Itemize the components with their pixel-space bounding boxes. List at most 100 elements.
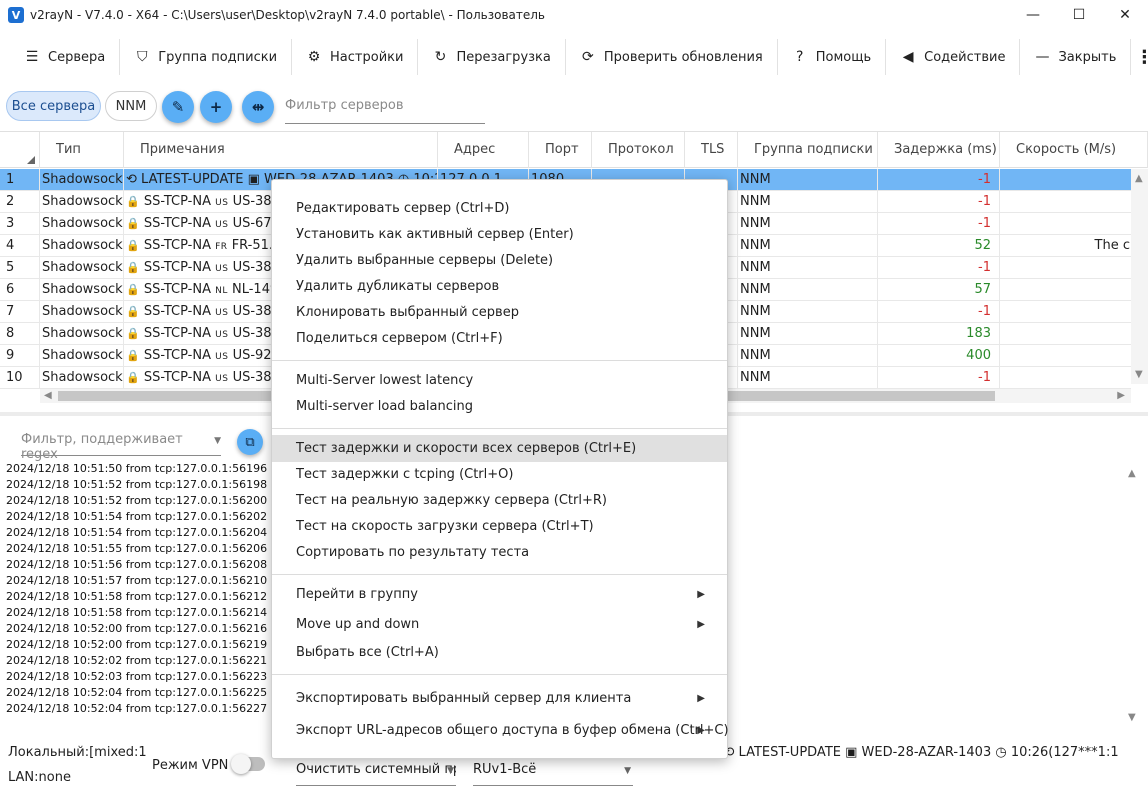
row-index: 10 bbox=[0, 367, 40, 388]
menu-item-sort-by-test[interactable]: Сортировать по результату теста bbox=[272, 542, 727, 564]
more-options-icon[interactable]: ⋮ bbox=[1135, 47, 1148, 68]
col-speed[interactable]: Скорость (M/s) bbox=[1000, 132, 1148, 168]
menu-item-remove-duplicates[interactable]: Удалить дубликаты серверов bbox=[272, 276, 727, 298]
menu-item-lowest-latency[interactable]: Multi-Server lowest latency bbox=[272, 370, 727, 392]
log-filter-input[interactable]: Фильтр, поддерживает regex ▼ bbox=[21, 432, 221, 462]
cell-group: NNM bbox=[738, 323, 878, 344]
cell-group: NNM bbox=[738, 235, 878, 256]
move-icon: ⇹ bbox=[251, 98, 265, 116]
all-servers-chip[interactable]: Все сервера bbox=[6, 91, 101, 121]
log-filter-placeholder: Фильтр, поддерживает regex bbox=[21, 432, 183, 462]
row-index: 1 bbox=[0, 169, 40, 190]
cell-type: Shadowsocks bbox=[40, 169, 124, 190]
menu-separator bbox=[272, 360, 727, 361]
menu-item-clone-server[interactable]: Клонировать выбранный сервер bbox=[272, 302, 727, 324]
edit-subscription-button[interactable]: ✎ bbox=[162, 91, 194, 123]
reload-button[interactable]: ↻ Перезагрузка bbox=[418, 39, 566, 75]
lan-info: LAN:none bbox=[8, 770, 71, 785]
scroll-left-icon[interactable]: ◀ bbox=[44, 390, 52, 401]
cell-group: NNM bbox=[738, 367, 878, 388]
close-window-button[interactable]: ✕ bbox=[1102, 0, 1148, 30]
check-updates-button[interactable]: ⟳ Проверить обновления bbox=[566, 39, 778, 75]
cell-speed bbox=[1000, 301, 1130, 322]
system-proxy-select[interactable]: Очистить системный пр ▼ bbox=[296, 762, 456, 786]
menu-item-move-to-group[interactable]: Перейти в группу ▶ bbox=[272, 584, 727, 606]
copy-log-button[interactable]: ⧉ bbox=[237, 429, 263, 455]
col-remarks[interactable]: Примечания bbox=[124, 132, 438, 168]
grid-header: Тип Примечания Адрес Порт Протокол TLS Г… bbox=[0, 132, 1148, 168]
country-code: US bbox=[215, 352, 229, 362]
promotion-button[interactable]: ◀ Содействие bbox=[886, 39, 1021, 75]
submenu-arrow-icon: ▶ bbox=[697, 725, 705, 736]
col-tls[interactable]: TLS bbox=[685, 132, 738, 168]
lock-icon: 🔒 bbox=[126, 283, 140, 296]
close-app-button[interactable]: — Закрыть bbox=[1020, 39, 1132, 75]
add-subscription-button[interactable]: + bbox=[200, 91, 232, 123]
menu-item-export-client[interactable]: Экспортировать выбранный сервер для клие… bbox=[272, 688, 727, 710]
reload-icon: ↻ bbox=[434, 49, 447, 65]
cell-speed: The c bbox=[1094, 238, 1130, 253]
col-type[interactable]: Тип bbox=[40, 132, 124, 168]
col-port[interactable]: Порт bbox=[529, 132, 592, 168]
menu-item-test-all[interactable]: Тест задержки и скорости всех серверов (… bbox=[272, 435, 727, 462]
row-index: 9 bbox=[0, 345, 40, 366]
routing-select[interactable]: RUv1-Всё ▼ bbox=[473, 762, 633, 786]
menu-item-share-server[interactable]: Поделиться сервером (Ctrl+F) bbox=[272, 328, 727, 350]
log-output[interactable]: 2024/12/18 10:51:50 from tcp:127.0.0.1:5… bbox=[6, 461, 276, 721]
settings-label: Настройки bbox=[330, 49, 404, 65]
submenu-arrow-icon: ▶ bbox=[697, 589, 705, 600]
subscription-group-button[interactable]: ⛉ Группа подписки bbox=[120, 39, 293, 75]
menu-item-set-active[interactable]: Установить как активный сервер (Enter) bbox=[272, 224, 727, 246]
nnm-group-chip[interactable]: NNM bbox=[105, 91, 157, 121]
settings-button[interactable]: ⚙ Настройки bbox=[292, 39, 419, 75]
minimize-button[interactable]: — bbox=[1010, 0, 1056, 30]
chevron-down-icon[interactable]: ▼ bbox=[214, 436, 221, 446]
grid-corner[interactable] bbox=[0, 132, 40, 168]
col-delay[interactable]: Задержка (ms) bbox=[878, 132, 1000, 168]
vpn-mode-label: Режим VPN bbox=[152, 758, 229, 773]
cell-type: Shadowsocks bbox=[40, 323, 124, 344]
col-protocol[interactable]: Протокол bbox=[592, 132, 685, 168]
log-line: 2024/12/18 10:52:04 from tcp:127.0.0.1:5… bbox=[6, 702, 276, 715]
grid-vertical-scrollbar[interactable]: ▲ ▼ bbox=[1131, 169, 1148, 384]
cell-type: Shadowsocks bbox=[40, 301, 124, 322]
maximize-button[interactable]: ☐ bbox=[1056, 0, 1102, 30]
menu-item-move-up-down[interactable]: Move up and down ▶ bbox=[272, 614, 727, 636]
log-line: 2024/12/18 10:51:54 from tcp:127.0.0.1:5… bbox=[6, 526, 276, 539]
col-subscription-group[interactable]: Группа подписки bbox=[738, 132, 878, 168]
move-server-button[interactable]: ⇹ bbox=[242, 91, 274, 123]
log-scrollbar[interactable]: ▲ ▼ bbox=[1126, 466, 1140, 728]
title-bar: V v2rayN - V7.4.0 - X64 - C:\Users\user\… bbox=[0, 0, 1148, 30]
scroll-right-icon[interactable]: ▶ bbox=[1117, 390, 1125, 401]
vpn-mode-toggle[interactable] bbox=[231, 754, 265, 774]
gear-icon: ⚙ bbox=[307, 49, 321, 65]
menu-item-select-all[interactable]: Выбрать все (Ctrl+A) bbox=[272, 642, 727, 664]
log-line: 2024/12/18 10:52:04 from tcp:127.0.0.1:5… bbox=[6, 686, 276, 699]
servers-menu-button[interactable]: ☰ Сервера bbox=[10, 39, 121, 75]
menu-item-label: Перейти в группу bbox=[296, 587, 418, 602]
menu-item-export-urls[interactable]: Экспорт URL-адресов общего доступа в буф… bbox=[272, 720, 729, 742]
menu-item-load-balancing[interactable]: Multi-server load balancing bbox=[272, 396, 727, 418]
menu-item-tcping-test[interactable]: Тест задержки с tcping (Ctrl+O) bbox=[272, 464, 727, 486]
servers-label: Сервера bbox=[48, 49, 106, 65]
country-code: US bbox=[215, 220, 229, 230]
log-scroll-up-icon[interactable]: ▲ bbox=[1128, 468, 1136, 479]
col-address[interactable]: Адрес bbox=[438, 132, 529, 168]
submenu-arrow-icon: ▶ bbox=[697, 619, 705, 630]
scroll-up-icon[interactable]: ▲ bbox=[1135, 173, 1143, 184]
menu-item-edit-server[interactable]: Редактировать сервер (Ctrl+D) bbox=[272, 198, 727, 220]
servers-icon: ☰ bbox=[25, 49, 39, 65]
menu-item-delete-selected[interactable]: Удалить выбранные серверы (Delete) bbox=[272, 250, 727, 272]
log-scroll-down-icon[interactable]: ▼ bbox=[1128, 712, 1136, 723]
menu-item-real-delay-test[interactable]: Тест на реальную задержку сервера (Ctrl+… bbox=[272, 490, 727, 512]
cell-delay: 400 bbox=[878, 345, 1000, 366]
cell-group: NNM bbox=[738, 345, 878, 366]
country-code: US bbox=[215, 374, 229, 384]
menu-item-speed-test[interactable]: Тест на скорость загрузки сервера (Ctrl+… bbox=[272, 516, 727, 538]
menu-item-label: Экспорт URL-адресов общего доступа в буф… bbox=[296, 723, 729, 738]
help-button[interactable]: ? Помощь bbox=[778, 39, 887, 75]
scroll-down-icon[interactable]: ▼ bbox=[1135, 369, 1143, 380]
log-line: 2024/12/18 10:51:55 from tcp:127.0.0.1:5… bbox=[6, 542, 276, 555]
cell-delay: 183 bbox=[878, 323, 1000, 344]
server-filter-input[interactable]: Фильтр серверов bbox=[285, 96, 485, 124]
